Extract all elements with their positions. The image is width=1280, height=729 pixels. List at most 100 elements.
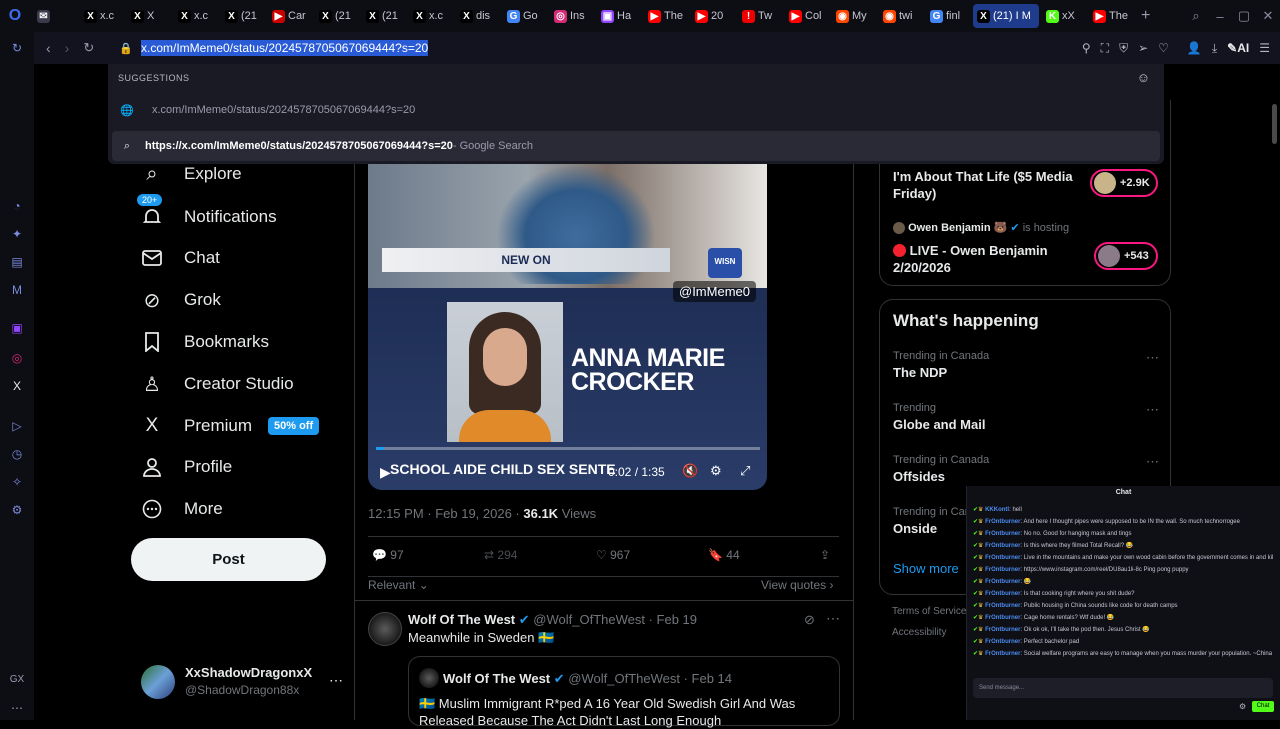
nav-premium[interactable]: X Premium 50% off — [140, 409, 320, 443]
browser-tab[interactable]: Xx.c — [409, 4, 453, 28]
chat-username[interactable]: FrOntburner — [985, 651, 1020, 657]
browser-tab[interactable]: ▶ Car — [268, 4, 312, 28]
emoji-icon[interactable]: ☺ — [1137, 70, 1150, 85]
close-window-button[interactable]: ✕ — [1256, 8, 1280, 24]
page-scrollbar[interactable] — [1272, 104, 1277, 144]
x-icon[interactable]: X — [9, 378, 25, 394]
chat-username[interactable]: FrOntburner — [985, 543, 1020, 549]
browser-tab[interactable]: ▶ The — [1089, 4, 1133, 28]
twitch-icon[interactable]: ▣ — [9, 320, 25, 336]
profile-icon[interactable]: 👤 — [1187, 41, 1202, 55]
address-bar[interactable]: 🔒 x.com/ImMeme0/status/20245787050670694… — [108, 37, 1164, 59]
browser-tab[interactable]: X (21) I M — [973, 4, 1039, 28]
space-item-2-title[interactable]: LIVE - Owen Benjamin 2/20/2026 — [893, 242, 1083, 276]
chat-username[interactable]: FrOntburner — [985, 627, 1020, 633]
reload-icon[interactable]: ↻ — [9, 40, 25, 56]
chat-username[interactable]: FrOntburner — [985, 639, 1020, 645]
extensions-icon[interactable]: ✧ — [9, 474, 25, 490]
chat-username[interactable]: FrOntburner — [985, 591, 1020, 597]
browser-tab[interactable]: Xdis — [456, 4, 500, 28]
reply-more-icon[interactable]: ⋯ — [826, 610, 840, 627]
browser-tab[interactable]: ▣ Ha — [597, 4, 641, 28]
settings-gear-icon[interactable]: ⚙ — [710, 463, 722, 479]
browser-tab[interactable]: KxX — [1042, 4, 1086, 28]
history-icon[interactable]: ◷ — [9, 446, 25, 462]
aria-icon[interactable]: ◔ — [9, 198, 25, 214]
forward-icon[interactable]: › — [65, 40, 70, 56]
browser-tab[interactable]: XX — [127, 4, 171, 28]
browser-tab[interactable]: X (21 — [315, 4, 359, 28]
player-icon[interactable]: ▤ — [9, 254, 25, 270]
show-more-link[interactable]: Show more — [893, 561, 959, 576]
trend-more-icon[interactable]: ⋯ — [1146, 402, 1159, 418]
browser-tab[interactable]: Xx.c — [80, 4, 124, 28]
chat-username[interactable]: FrOntburner — [985, 579, 1020, 585]
maximize-button[interactable]: ▢ — [1232, 8, 1256, 24]
trend-item[interactable]: Trending in Canada Offsides ⋯ — [893, 454, 1159, 484]
nav-chat[interactable]: Chat — [140, 241, 220, 275]
browser-tab[interactable]: X (21 — [362, 4, 406, 28]
fullscreen-icon[interactable]: ⤢ — [740, 463, 750, 479]
like-button[interactable]: ♡ 967 — [596, 548, 630, 562]
trend-more-icon[interactable]: ⋯ — [1146, 454, 1159, 470]
quoted-tweet[interactable]: Wolf Of The West ✔ @Wolf_OfTheWest · Feb… — [408, 656, 840, 728]
chat-username[interactable]: FrOntburner — [985, 531, 1020, 537]
search-tabs-icon[interactable]: ⌕ — [1184, 8, 1208, 24]
space-item-1-title[interactable]: I'm About That Life ($5 Media Friday) — [893, 168, 1083, 202]
browser-tab[interactable]: G Go — [503, 4, 547, 28]
play-button[interactable]: ▶ — [380, 464, 391, 481]
browser-tab[interactable]: Gfinl — [926, 4, 970, 28]
retweet-button[interactable]: ⇄ 294 — [484, 548, 517, 562]
browser-tab[interactable]: ▶ 20 — [691, 4, 735, 28]
chat-username[interactable]: FrOntburner — [985, 555, 1020, 561]
account-switcher[interactable]: XxShadowDragonxX @ShadowDragon88x ⋯ — [141, 664, 343, 700]
play-icon[interactable]: ▷ — [9, 418, 25, 434]
video-player[interactable]: NEW ON WISN ANNA MARIE CROCKER @ImMeme0 … — [368, 164, 767, 490]
chat-username[interactable]: FrOntburner — [985, 603, 1020, 609]
video-progress-track[interactable] — [376, 447, 760, 450]
space-item-1-listeners[interactable]: +2.9K — [1090, 169, 1158, 197]
chat-username[interactable]: FrOntburner — [985, 519, 1020, 525]
nav-creator-studio[interactable]: ♙ Creator Studio — [140, 367, 294, 401]
share-icon[interactable]: ⇪ — [820, 548, 830, 562]
sort-dropdown[interactable]: Relevant ⌄ — [368, 578, 429, 592]
browser-tab[interactable]: ! Tw — [738, 4, 782, 28]
opera-logo-icon[interactable]: O — [0, 7, 30, 25]
new-tab-button[interactable]: + — [1141, 7, 1150, 25]
space-item-2-listeners[interactable]: +543 — [1094, 242, 1158, 270]
browser-tab[interactable]: ▶ The — [644, 4, 688, 28]
reply-author-name[interactable]: Wolf Of The West — [408, 612, 515, 627]
back-icon[interactable]: ‹ — [46, 40, 51, 56]
address-input[interactable]: x.com/ImMeme0/status/2024578705067069444… — [141, 40, 429, 56]
minimize-button[interactable]: – — [1208, 9, 1232, 24]
reply-button[interactable]: 💬 97 — [372, 548, 404, 562]
nav-profile[interactable]: Profile — [140, 450, 232, 484]
footer-terms[interactable]: Terms of Service — [892, 606, 966, 617]
browser-tab[interactable]: ▶ Col — [785, 4, 829, 28]
messenger-icon[interactable]: M — [9, 282, 25, 298]
instagram-icon[interactable]: ◎ — [9, 350, 25, 366]
chat-username[interactable]: FrOntburner — [985, 615, 1020, 621]
chat-send-button[interactable]: Chat — [1252, 701, 1274, 712]
nav-grok[interactable]: ⊘ Grok — [140, 283, 221, 317]
trend-more-icon[interactable]: ⋯ — [1146, 350, 1159, 366]
browser-tab[interactable]: X (21 — [221, 4, 265, 28]
reply-author-handle[interactable]: @Wolf_OfTheWest · Feb 19 — [533, 612, 697, 627]
browser-tab[interactable]: ✉ — [33, 4, 77, 28]
account-more-icon[interactable]: ⋯ — [329, 672, 343, 689]
browser-tab[interactable]: ◉ My — [832, 4, 876, 28]
trend-item[interactable]: Trending Globe and Mail ⋯ — [893, 402, 1159, 432]
more-options-icon[interactable]: ⋯ — [9, 700, 25, 716]
nav-more[interactable]: More — [140, 492, 223, 526]
settings-icon[interactable]: ⚙ — [9, 502, 25, 518]
trend-item[interactable]: Trending in Canada The NDP ⋯ — [893, 350, 1159, 380]
post-button[interactable]: Post — [131, 538, 326, 581]
footer-accessibility[interactable]: Accessibility — [892, 627, 946, 638]
chat-username[interactable]: FrOntburner — [985, 567, 1020, 573]
reply-tweet[interactable]: Wolf Of The West ✔ @Wolf_OfTheWest · Feb… — [368, 610, 840, 728]
bookmark-button[interactable]: 🔖 44 — [708, 548, 740, 562]
ai-icon[interactable]: ✦ — [9, 226, 25, 242]
reload-page-icon[interactable]: ↻ — [83, 40, 94, 56]
chat-settings-icon[interactable]: ⚙ — [1239, 702, 1246, 711]
nav-notifications[interactable]: 20+ Notifications — [136, 193, 277, 234]
